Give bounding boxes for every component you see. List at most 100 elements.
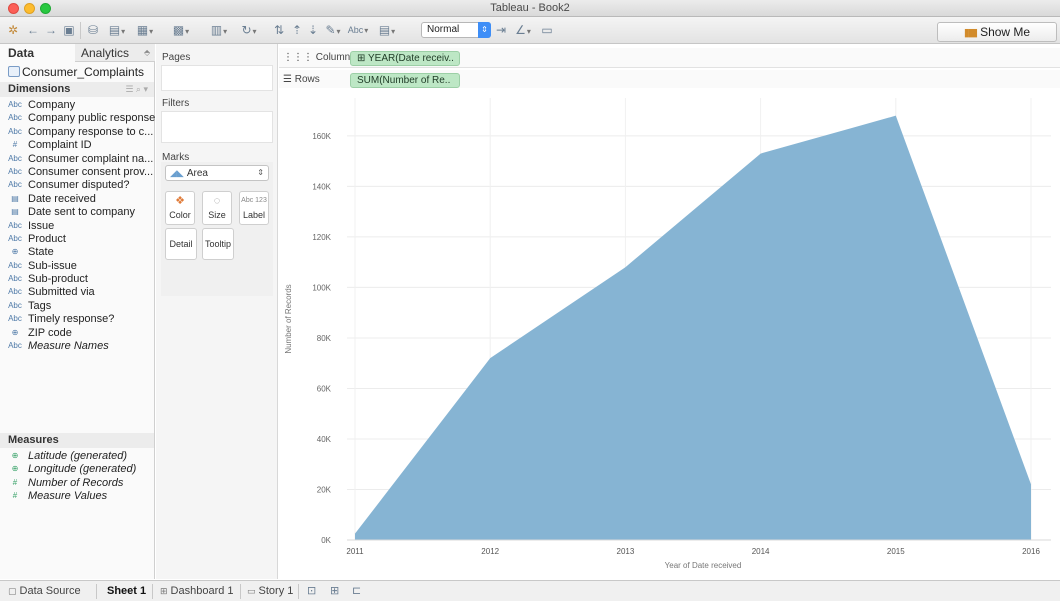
- y-tick-label: 80K: [317, 334, 332, 343]
- field-item[interactable]: Abc Tags: [0, 299, 155, 312]
- field-item[interactable]: Abc Consumer consent prov...: [0, 165, 155, 178]
- new-worksheet-icon[interactable]: ▤: [104, 23, 130, 38]
- field-item[interactable]: Abc Sub-product: [0, 272, 155, 285]
- toolbar: ✲ ← → ▣ ⛁ ▤ ▦ ▩ ▥ ↻ ⇅ ⇡ ⇣ ✎ Abc ▤ Normal…: [0, 17, 1060, 44]
- labels-icon[interactable]: Abc: [346, 23, 370, 38]
- mark-type-dropdown[interactable]: ◢◣ Area ⇕: [165, 165, 269, 181]
- calendar-icon: ▤: [11, 207, 19, 217]
- pages-title: Pages: [162, 52, 191, 63]
- field-item[interactable]: ⊕ Longitude (generated): [0, 462, 155, 475]
- rows-shelf[interactable]: ☰ Rows SUM(Number of Re..: [279, 70, 1060, 90]
- columns-shelf-label: ⋮⋮⋮ Columns: [283, 52, 356, 63]
- columns-shelf[interactable]: ⋮⋮⋮ Columns ⊞ YEAR(Date receiv..: [279, 48, 1060, 68]
- tab-story-1[interactable]: ▭ Story 1: [247, 584, 293, 599]
- mark-type-label: Area: [186, 168, 208, 179]
- field-item[interactable]: ⊕ Latitude (generated): [0, 449, 155, 462]
- label-button[interactable]: Abc 123 Label: [239, 191, 269, 225]
- show-mark-labels-icon[interactable]: ∠: [512, 23, 534, 38]
- sort-descending-icon[interactable]: ⇣: [306, 23, 320, 38]
- chart-format-icon[interactable]: ▤: [376, 23, 398, 38]
- field-item[interactable]: # Number of Records: [0, 476, 155, 489]
- field-label: Number of Records: [28, 476, 124, 489]
- show-me-button[interactable]: ▮▮▮ Show Me: [937, 22, 1057, 42]
- color-button[interactable]: ❖ Color: [165, 191, 195, 225]
- field-item[interactable]: ▤ Date sent to company: [0, 205, 155, 218]
- filters-title: Filters: [162, 98, 190, 109]
- toolbar-separator: [80, 22, 81, 39]
- field-item[interactable]: # Measure Values: [0, 489, 155, 502]
- field-item[interactable]: Abc Sub-issue: [0, 259, 155, 272]
- swap-icon[interactable]: ▥: [206, 23, 232, 38]
- detail-label: Detail: [169, 239, 193, 249]
- fit-dropdown-arrow-icon[interactable]: ⇕: [478, 22, 491, 38]
- redo-icon[interactable]: →: [44, 23, 58, 38]
- search-fields-icon[interactable]: ☰ ⌕ ▾: [125, 82, 148, 97]
- presentation-mode-icon[interactable]: ▭: [540, 23, 554, 38]
- new-data-source-icon[interactable]: ⛁: [86, 23, 100, 38]
- field-item[interactable]: Abc Issue: [0, 219, 155, 232]
- tab-separator: [240, 584, 241, 599]
- field-label: ZIP code: [28, 326, 72, 339]
- field-item[interactable]: Abc Company: [0, 98, 155, 111]
- field-item[interactable]: Abc Submitted via: [0, 285, 155, 298]
- field-item[interactable]: Abc Company public response: [0, 111, 155, 124]
- text-type-icon: Abc: [8, 180, 22, 190]
- globe-icon: ⊕: [11, 247, 19, 257]
- undo-icon[interactable]: ←: [26, 23, 40, 38]
- x-tick-label: 2013: [617, 547, 635, 556]
- columns-pill-label: YEAR(Date receiv..: [367, 53, 454, 64]
- x-tick-label: 2012: [481, 547, 499, 556]
- datasource-item[interactable]: Consumer_Complaints: [8, 65, 144, 79]
- pane-menu-icon[interactable]: ⬘: [144, 44, 150, 62]
- field-item[interactable]: Abc Company response to c...: [0, 125, 155, 138]
- field-item[interactable]: Abc Product: [0, 232, 155, 245]
- x-tick-label: 2011: [346, 547, 364, 556]
- duplicate-sheet-icon[interactable]: ▦: [136, 23, 154, 38]
- x-tick-label: 2016: [1022, 547, 1040, 556]
- rows-pill[interactable]: SUM(Number of Re..: [350, 73, 460, 88]
- field-label: Company response to c...: [28, 125, 154, 138]
- new-worksheet-tab-icon[interactable]: ⊡: [307, 584, 316, 599]
- field-item[interactable]: # Complaint ID: [0, 138, 155, 151]
- tooltip-button[interactable]: Tooltip: [202, 228, 234, 260]
- y-tick-label: 60K: [317, 384, 332, 393]
- tab-sheet-1[interactable]: Sheet 1: [107, 584, 146, 599]
- field-item[interactable]: Abc Consumer complaint na...: [0, 152, 155, 165]
- refresh-icon[interactable]: ↻: [238, 23, 260, 38]
- field-item[interactable]: ⊕ ZIP code: [0, 326, 155, 339]
- new-story-tab-icon[interactable]: ⊏: [352, 584, 361, 599]
- clear-sheet-icon[interactable]: ▩: [168, 23, 194, 38]
- swap-rows-columns-icon[interactable]: ⇅: [272, 23, 286, 38]
- title-bar: Tableau - Book2: [0, 0, 1060, 17]
- field-item[interactable]: ▤ Date received: [0, 192, 155, 205]
- field-label: Latitude (generated): [28, 450, 128, 462]
- field-item[interactable]: Abc Measure Names: [0, 339, 155, 352]
- tooltip-label: Tooltip: [204, 239, 231, 249]
- save-icon[interactable]: ▣: [62, 23, 76, 38]
- field-item[interactable]: ⊕ State: [0, 245, 155, 258]
- tab-analytics[interactable]: Analytics: [75, 44, 155, 62]
- pages-shelf[interactable]: [161, 65, 273, 91]
- new-dashboard-tab-icon[interactable]: ⊞: [330, 584, 339, 599]
- chart-area[interactable]: 0K 20K 40K 60K 80K 100K 120K 140K 160K 2011 2012 20…: [279, 88, 1060, 579]
- columns-pill[interactable]: ⊞ YEAR(Date receiv..: [350, 51, 460, 66]
- area-mark-icon: ◢◣: [170, 168, 184, 178]
- field-item[interactable]: Abc Consumer disputed?: [0, 178, 155, 191]
- fix-axes-icon[interactable]: ⇥: [494, 23, 508, 38]
- detail-button[interactable]: Detail: [165, 228, 197, 260]
- tableau-logo-icon[interactable]: ✲: [6, 23, 20, 38]
- sort-ascending-icon[interactable]: ⇡: [290, 23, 304, 38]
- area-chart: 0K 20K 40K 60K 80K 100K 120K 140K 160K 2011 2012 20…: [284, 98, 1051, 570]
- field-item[interactable]: Abc Timely response?: [0, 312, 155, 325]
- tab-data[interactable]: Data: [0, 44, 75, 62]
- filters-shelf[interactable]: [161, 111, 273, 143]
- bottom-tab-bar: ▢ Data Source Sheet 1 ⊞ Dashboard 1 ▭ Story…: [0, 580, 1060, 601]
- datasource-tab-icon: ▢: [8, 586, 17, 596]
- dashboard1-tab-label: Dashboard 1: [170, 585, 234, 597]
- dimensions-list: Abc Company Abc Company public response Abc C…: [0, 98, 155, 352]
- size-button[interactable]: ◌ Size: [202, 191, 232, 225]
- highlight-icon[interactable]: ✎: [322, 23, 344, 38]
- measures-header: Measures: [0, 433, 154, 448]
- tab-data-source[interactable]: ▢ Data Source: [8, 584, 81, 599]
- tab-dashboard-1[interactable]: ⊞ Dashboard 1: [160, 584, 234, 599]
